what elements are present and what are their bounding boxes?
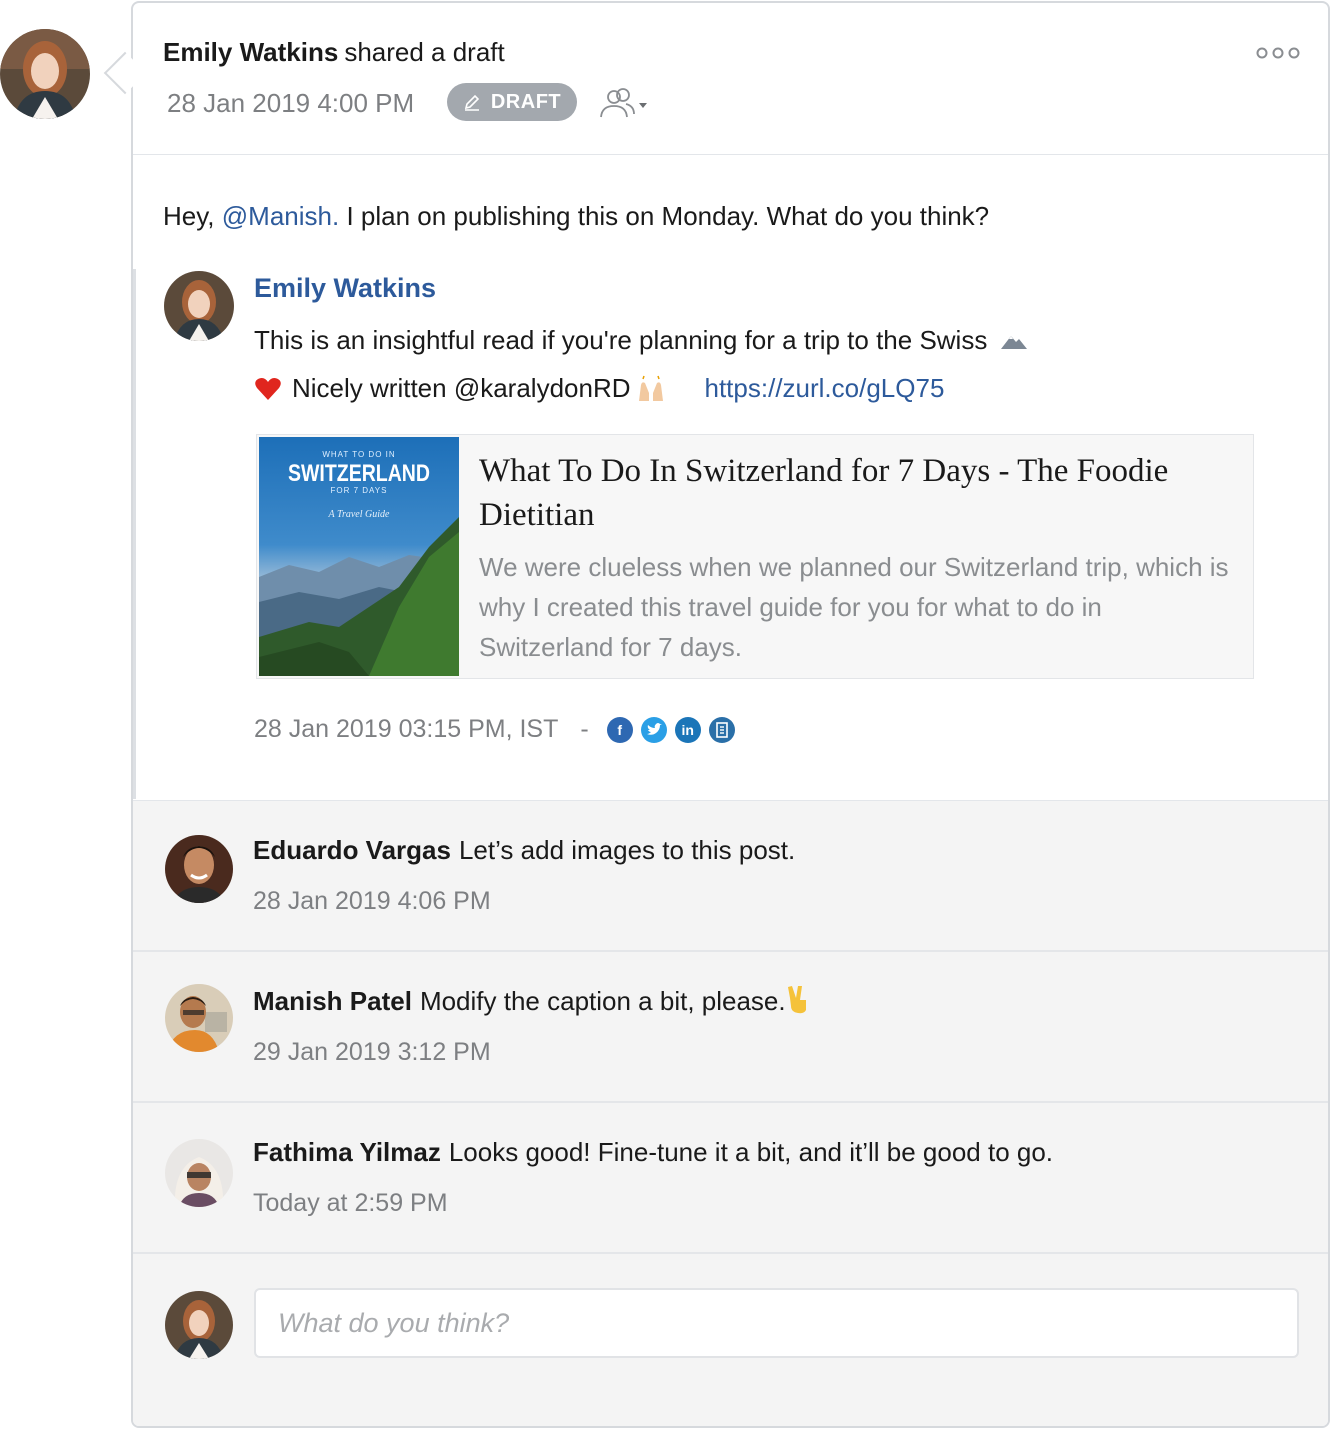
raised-hands-emoji-icon [638,375,663,401]
google-business-icon[interactable] [708,716,735,743]
draft-status-badge[interactable]: DRAFT [447,83,577,121]
comment-input[interactable] [254,1288,1299,1358]
comments-section: Eduardo Vargas Let’s add images to this p… [133,800,1328,1426]
post-card: Emily Watkins shared a draft 28 Jan 2019 … [131,1,1330,1428]
mention-link[interactable]: @Manish. [222,201,339,231]
post-header: Emily Watkins shared a draft 28 Jan 2019 … [133,3,1328,155]
quoted-text: This is an insightful read if you're pla… [254,325,988,355]
more-dots-icon [1256,47,1300,59]
meta-separator: - [580,715,589,743]
commenter-avatar[interactable] [165,835,233,903]
comment-time: 28 Jan 2019 4:06 PM [253,887,491,915]
comment-body: Let’s add images to this post. [458,835,796,865]
visibility-dropdown[interactable] [598,86,650,120]
preview-image-caption: A Travel Guide [328,509,390,520]
comment-item: Eduardo Vargas Let’s add images to this p… [133,801,1328,952]
quoted-text-line: This is an insightful read if you're pla… [254,325,1029,356]
mountain-emoji-icon [1000,336,1027,349]
post-timestamp: 28 Jan 2019 4:00 PM [167,88,415,118]
link-preview-card[interactable]: WHAT TO DO IN SWITZERLAND FOR 7 DAYS A T… [256,434,1254,679]
quoted-post: Emily Watkins This is an insightful read… [133,269,1328,799]
comment-item: Fathima Yilmaz Looks good! Fine-tune it a… [133,1103,1328,1254]
comment-text: Eduardo Vargas Let’s add images to this p… [253,835,795,866]
shared-short-link[interactable]: https://zurl.co/gLQ75 [705,373,945,404]
message-prefix: Hey, [163,201,215,231]
current-user-avatar [165,1291,233,1359]
comment-time: 29 Jan 2019 3:12 PM [253,1038,491,1066]
quoted-text-line-2: Nicely written @karalydonRD https://zurl… [254,373,944,404]
preview-image-title: SWITZERLAND [288,460,430,487]
people-icon [600,88,647,118]
linkedin-icon[interactable]: in [674,716,701,743]
reply-box [133,1261,1328,1426]
heart-emoji-icon [255,377,281,400]
comment-text: Fathima Yilmaz Looks good! Fine-tune it a… [253,1137,1053,1168]
comment-author[interactable]: Fathima Yilmaz [253,1137,441,1167]
comment-item: Manish Patel Modify the caption a bit, pl… [133,952,1328,1103]
scheduled-meta: 28 Jan 2019 03:15 PM, IST - f in [254,715,743,744]
comment-text: Manish Patel Modify the caption a bit, pl… [253,984,810,1017]
quoted-author-avatar[interactable] [164,271,234,341]
twitter-icon[interactable] [640,716,667,743]
preview-image-small-title: WHAT TO DO IN [322,450,395,459]
author-avatar[interactable] [0,29,90,119]
post-message: Hey, @Manish. I plan on publishing this … [163,201,989,232]
commenter-avatar[interactable] [165,1139,233,1207]
more-options-button[interactable] [1256,43,1300,63]
victory-hand-emoji-icon [787,986,806,1014]
link-preview-title[interactable]: What To Do In Switzerland for 7 Days - T… [479,449,1239,537]
facebook-icon[interactable]: f [606,716,633,743]
pencil-icon [464,94,479,111]
link-preview-image[interactable]: WHAT TO DO IN SWITZERLAND FOR 7 DAYS A T… [259,437,459,676]
author-line: Emily Watkins shared a draft [163,37,505,68]
comment-author[interactable]: Manish Patel [253,986,412,1016]
comment-time: Today at 2:59 PM [253,1189,448,1217]
commenter-avatar[interactable] [165,984,233,1052]
author-name[interactable]: Emily Watkins [163,37,338,67]
preview-image-subtitle: FOR 7 DAYS [331,486,388,495]
draft-badge-label: DRAFT [490,90,562,113]
link-preview-description: We were clueless when we planned our Swi… [479,552,1229,662]
message-text: I plan on publishing this on Monday. Wha… [346,201,990,231]
comment-author[interactable]: Eduardo Vargas [253,835,451,865]
quoted-text-2: Nicely written @karalydonRD [292,373,631,403]
action-text: shared a draft [344,37,505,67]
comment-body: Looks good! Fine-tune it a bit, and it’l… [448,1137,1054,1167]
quoted-author-name[interactable]: Emily Watkins [254,273,436,304]
comment-body: Modify the caption a bit, please. [419,986,786,1016]
scheduled-time: 28 Jan 2019 03:15 PM, IST [254,715,559,743]
